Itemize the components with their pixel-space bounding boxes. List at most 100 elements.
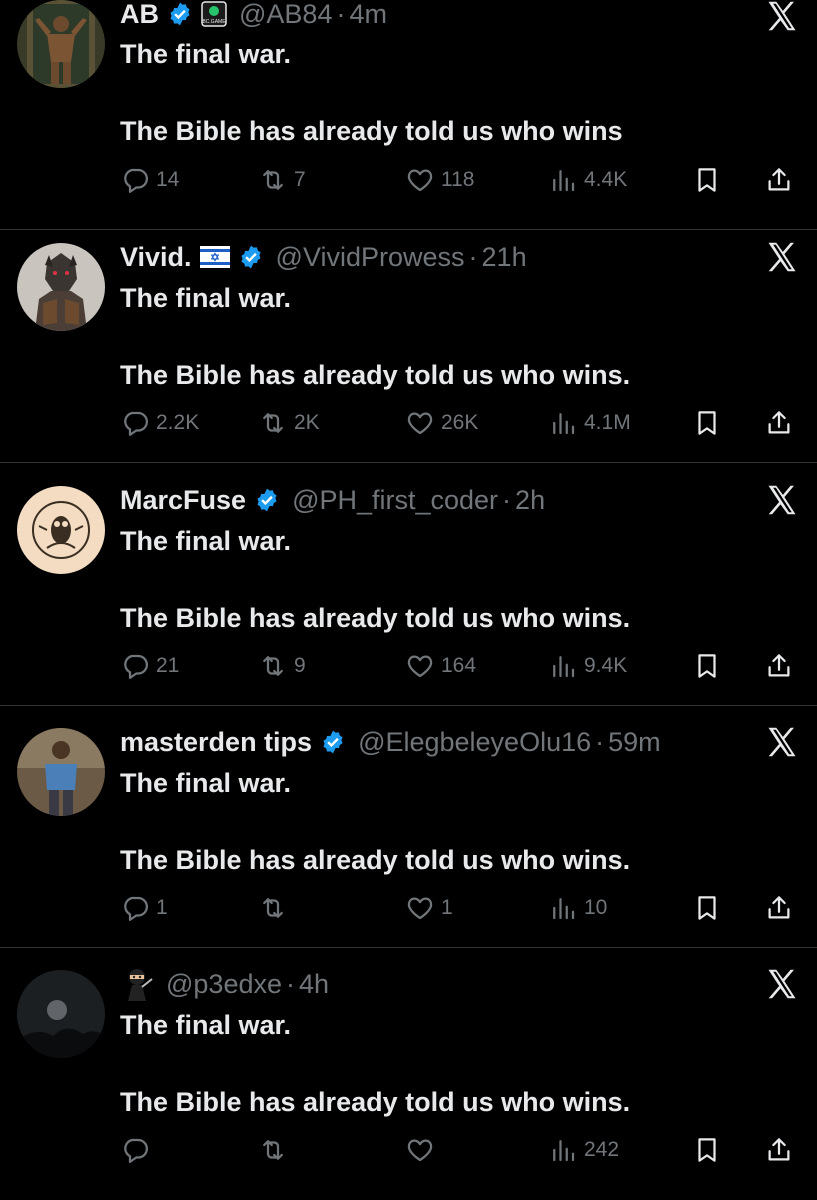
bookmark-button[interactable]	[692, 650, 722, 682]
repost-button[interactable]	[258, 892, 294, 924]
timestamp[interactable]: 21h	[482, 242, 527, 273]
tweet-header: MarcFuse @PH_first_coder · 2h	[120, 482, 727, 518]
like-button[interactable]: 118	[405, 164, 474, 196]
views-count: 242	[584, 1138, 620, 1161]
views-button[interactable]: 4.4K	[548, 164, 627, 196]
affiliate-badge-icon[interactable]: BC.GAME	[201, 1, 227, 27]
verified-badge-icon	[254, 487, 280, 513]
repost-button[interactable]	[258, 1134, 294, 1166]
bookmark-icon	[692, 651, 722, 681]
reply-button[interactable]: 21	[120, 650, 179, 682]
handle[interactable]: @VividProwess	[276, 242, 465, 273]
views-icon	[548, 408, 578, 438]
bookmark-button[interactable]	[692, 407, 722, 439]
x-logo-icon[interactable]	[764, 0, 800, 34]
reply-count: 2.2K	[156, 411, 200, 434]
like-button[interactable]	[405, 1134, 441, 1166]
reply-icon	[120, 893, 150, 923]
bookmark-icon	[692, 165, 722, 195]
timestamp[interactable]: 4m	[349, 0, 387, 30]
repost-count: 2K	[294, 411, 320, 434]
reply-button[interactable]: 2.2K	[120, 407, 199, 439]
timestamp[interactable]: 2h	[515, 485, 545, 516]
bookmark-button[interactable]	[692, 892, 722, 924]
handle[interactable]: @PH_first_coder	[292, 485, 498, 516]
tweet-feed: AB BC.GAME @AB84 · 4m The final war. The…	[0, 0, 817, 1200]
avatar[interactable]	[17, 243, 105, 331]
timestamp[interactable]: 4h	[299, 969, 329, 1000]
tweet-text-line: The Bible has already told us who wins.	[120, 845, 631, 875]
verified-badge-icon	[320, 729, 346, 755]
like-icon	[405, 651, 435, 681]
views-icon	[548, 893, 578, 923]
x-logo-icon[interactable]	[764, 966, 800, 1002]
share-button[interactable]	[764, 1134, 794, 1166]
separator-dot: ·	[286, 968, 295, 999]
like-button[interactable]: 26K	[405, 407, 478, 439]
ninja-emoji-icon	[120, 967, 154, 1001]
verified-badge-icon	[238, 244, 264, 270]
views-button[interactable]: 9.4K	[548, 650, 627, 682]
repost-count: 7	[294, 168, 306, 191]
share-icon	[764, 1135, 794, 1165]
views-button[interactable]: 242	[548, 1134, 619, 1166]
avatar[interactable]	[17, 970, 105, 1058]
share-icon	[764, 408, 794, 438]
views-button[interactable]: 4.1M	[548, 407, 631, 439]
display-name[interactable]: AB	[120, 0, 159, 30]
separator-dot: ·	[502, 484, 512, 515]
share-button[interactable]	[764, 164, 794, 196]
views-button[interactable]: 10	[548, 892, 607, 924]
display-name[interactable]: Vivid.	[120, 242, 192, 273]
like-count: 118	[441, 168, 475, 191]
avatar[interactable]	[17, 486, 105, 574]
share-button[interactable]	[764, 892, 794, 924]
handle[interactable]: @AB84	[239, 0, 332, 30]
repost-button[interactable]: 2K	[258, 407, 320, 439]
handle[interactable]: @p3edxe	[166, 969, 282, 1000]
repost-icon	[258, 893, 288, 923]
repost-button[interactable]: 9	[258, 650, 306, 682]
display-name[interactable]: masterden tips	[120, 727, 312, 758]
separator-dot: ·	[468, 241, 478, 272]
separator-dot: ·	[336, 0, 346, 29]
tweet-card[interactable]: MarcFuse @PH_first_coder · 2h The final …	[0, 464, 817, 706]
reply-button[interactable]: 1	[120, 892, 168, 924]
display-name[interactable]: MarcFuse	[120, 485, 246, 516]
x-logo-icon[interactable]	[764, 724, 800, 760]
repost-button[interactable]: 7	[258, 164, 306, 196]
reply-icon	[120, 651, 150, 681]
handle[interactable]: @ElegbeleyeOlu16	[358, 727, 591, 758]
repost-icon	[258, 1135, 288, 1165]
separator-dot: ·	[595, 726, 605, 757]
bookmark-button[interactable]	[692, 1134, 722, 1166]
tweet-text-line: The final war.	[120, 1010, 292, 1040]
reply-icon	[120, 408, 150, 438]
share-icon	[764, 651, 794, 681]
tweet-card[interactable]: AB BC.GAME @AB84 · 4m The final war. The…	[0, 0, 817, 230]
bookmark-button[interactable]	[692, 164, 722, 196]
reply-button[interactable]: 14	[120, 164, 179, 196]
share-button[interactable]	[764, 407, 794, 439]
avatar[interactable]	[17, 728, 105, 816]
tweet-card[interactable]: @p3edxe · 4h The final war. The Bible ha…	[0, 948, 817, 1190]
avatar[interactable]	[17, 0, 105, 88]
views-icon	[548, 651, 578, 681]
x-logo-icon[interactable]	[764, 239, 800, 275]
tweet-text-line: The Bible has already told us who wins.	[120, 1087, 631, 1117]
tweet-card[interactable]: Vivid. @VividProwess · 21h The final war…	[0, 221, 817, 463]
timestamp[interactable]: 59m	[608, 727, 661, 758]
share-button[interactable]	[764, 650, 794, 682]
reply-count: 14	[156, 168, 180, 191]
x-logo-icon[interactable]	[764, 482, 800, 518]
like-count: 164	[441, 654, 477, 677]
reply-button[interactable]	[120, 1134, 156, 1166]
action-bar: 2.2K 2K 26K 4.1M	[0, 407, 817, 439]
like-button[interactable]: 164	[405, 650, 476, 682]
reply-count: 1	[156, 896, 168, 919]
tweet-text-line: The final war.	[120, 283, 292, 313]
tweet-card[interactable]: masterden tips @ElegbeleyeOlu16 · 59m Th…	[0, 706, 817, 948]
like-button[interactable]: 1	[405, 892, 453, 924]
reply-count: 21	[156, 654, 180, 677]
like-count: 1	[441, 896, 453, 919]
